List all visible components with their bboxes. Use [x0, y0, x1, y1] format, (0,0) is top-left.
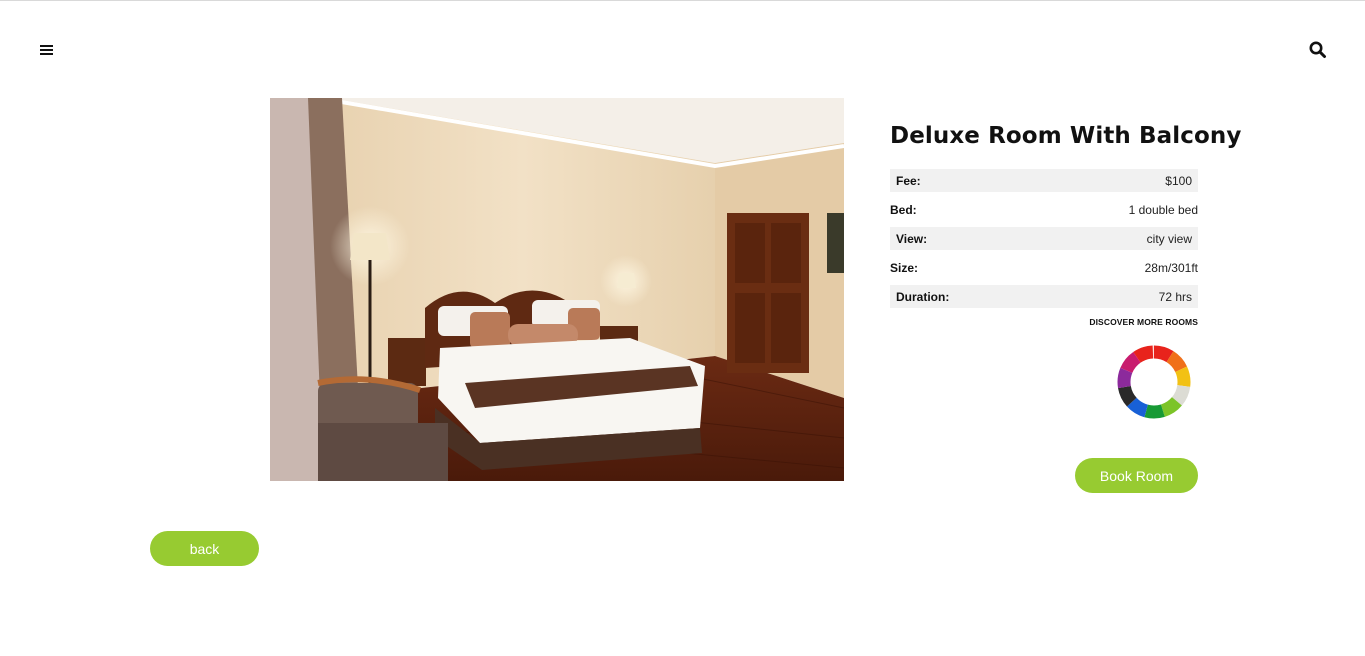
hamburger-menu-icon[interactable]	[38, 42, 56, 58]
spec-row-view: View: city view	[890, 227, 1198, 250]
room-details-panel: Deluxe Room With Balcony Fee: $100 Bed: …	[890, 118, 1242, 419]
color-wheel-icon[interactable]	[1116, 344, 1192, 420]
spec-value: 1 double bed	[1128, 202, 1198, 217]
top-divider	[0, 0, 1365, 1]
spec-label: Duration:	[896, 289, 950, 304]
spec-row-bed: Bed: 1 double bed	[890, 198, 1198, 221]
discover-more-rooms-link[interactable]: DISCOVER MORE ROOMS	[890, 317, 1198, 327]
spec-label: View:	[896, 231, 928, 246]
spec-row-fee: Fee: $100	[890, 169, 1198, 192]
book-room-button[interactable]: Book Room	[1075, 458, 1198, 493]
spec-value: 28m/301ft	[1144, 260, 1198, 275]
back-button[interactable]: back	[150, 531, 259, 566]
room-title: Deluxe Room With Balcony	[890, 123, 1242, 149]
spec-row-duration: Duration: 72 hrs	[890, 285, 1198, 308]
spec-value: city view	[1146, 231, 1192, 246]
search-icon[interactable]	[1308, 40, 1328, 60]
spec-row-size: Size: 28m/301ft	[890, 256, 1198, 279]
spec-label: Fee:	[896, 173, 921, 188]
spec-value: 72 hrs	[1158, 289, 1192, 304]
room-specs-table: Fee: $100 Bed: 1 double bed View: city v…	[890, 169, 1198, 308]
room-photo	[270, 98, 844, 481]
spec-label: Size:	[890, 260, 919, 275]
spec-label: Bed:	[890, 202, 917, 217]
spec-value: $100	[1165, 173, 1192, 188]
